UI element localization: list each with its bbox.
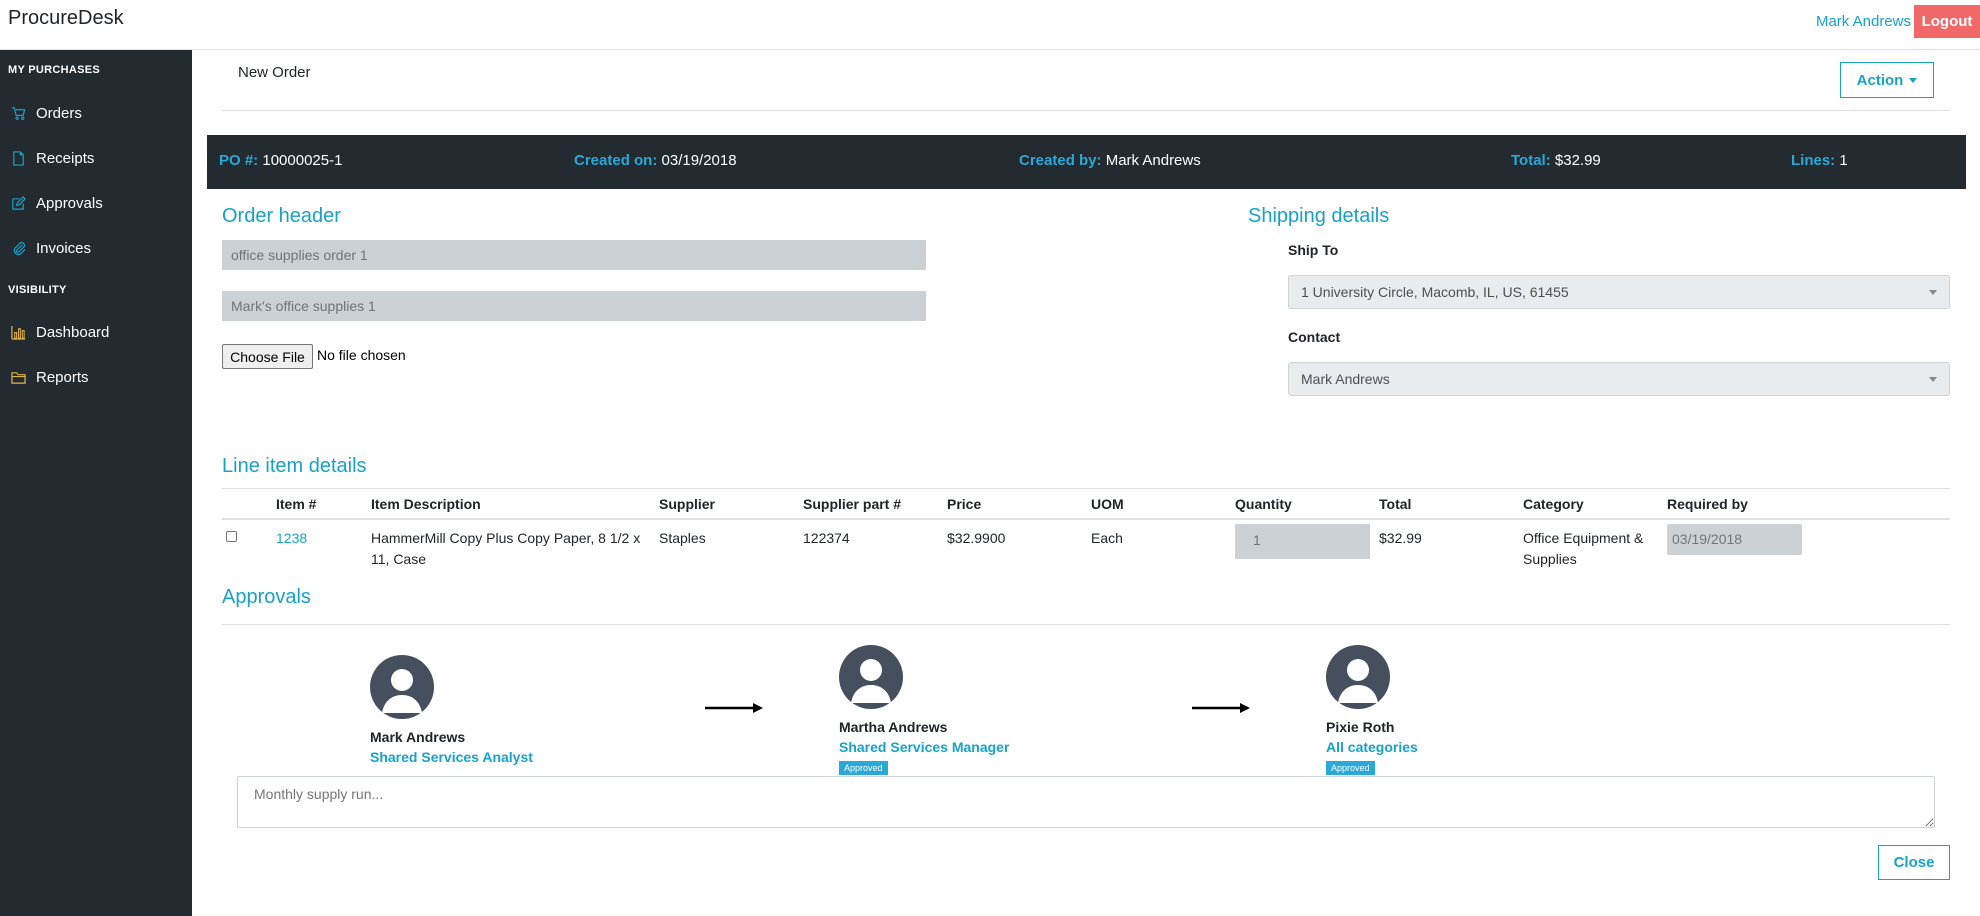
row-select-checkbox[interactable] bbox=[226, 531, 237, 542]
approver-role[interactable]: Shared Services Analyst bbox=[370, 749, 533, 765]
sidebar: MY PURCHASES Orders Receipts Approvals I… bbox=[0, 50, 192, 916]
arrow-right-icon bbox=[705, 703, 763, 713]
line-total: $32.99 bbox=[1379, 530, 1422, 546]
approver-card: Martha Andrews Shared Services Manager A… bbox=[839, 645, 1009, 775]
divider bbox=[222, 624, 1950, 625]
chevron-down-icon bbox=[1929, 377, 1937, 382]
arrow-right-icon bbox=[1192, 703, 1250, 713]
uom: Each bbox=[1091, 530, 1123, 546]
supplier: Staples bbox=[659, 530, 706, 546]
column-header: Item # bbox=[276, 496, 317, 512]
chevron-down-icon bbox=[1929, 290, 1937, 295]
user-menu-link[interactable]: Mark Andrews bbox=[1816, 13, 1911, 30]
logout-button[interactable]: Logout bbox=[1914, 5, 1980, 38]
approver-role[interactable]: All categories bbox=[1326, 739, 1418, 755]
page-title: New Order bbox=[238, 64, 311, 81]
bar-chart-icon bbox=[10, 324, 26, 340]
sidebar-item-orders[interactable]: Orders bbox=[0, 95, 192, 131]
edit-icon bbox=[10, 195, 26, 211]
supplier-part-number: 122374 bbox=[803, 530, 850, 546]
price: $32.9900 bbox=[947, 530, 1006, 546]
sidebar-item-label: Reports bbox=[36, 368, 89, 386]
sidebar-item-approvals[interactable]: Approvals bbox=[0, 185, 192, 221]
line-count: Lines: 1 bbox=[1791, 152, 1848, 169]
order-total: Total: $32.99 bbox=[1511, 152, 1601, 169]
column-header: Quantity bbox=[1235, 496, 1292, 512]
po-number: PO #: 10000025-1 bbox=[219, 152, 343, 169]
column-header: Price bbox=[947, 496, 982, 512]
table-top-border bbox=[222, 488, 1950, 489]
approver-card: Mark Andrews Shared Services Analyst bbox=[370, 655, 533, 765]
top-bar: ProcureDesk Mark Andrews Logout bbox=[0, 0, 1980, 50]
contact-select[interactable]: Mark Andrews bbox=[1288, 362, 1950, 396]
approver-role[interactable]: Shared Services Manager bbox=[839, 739, 1009, 755]
approvals-title: Approvals bbox=[222, 586, 311, 608]
column-header: UOM bbox=[1091, 496, 1124, 512]
column-header: Supplier part # bbox=[803, 496, 902, 512]
required-by-date-input[interactable]: 03/19/2018 bbox=[1667, 524, 1802, 555]
column-header: Item Description bbox=[371, 496, 481, 512]
approver-name: Mark Andrews bbox=[370, 729, 466, 745]
sidebar-item-label: Invoices bbox=[36, 239, 92, 257]
user-avatar-icon bbox=[1326, 645, 1390, 709]
sidebar-item-label: Receipts bbox=[36, 149, 95, 167]
ship-to-value: 1 University Circle, Macomb, IL, US, 614… bbox=[1301, 284, 1569, 300]
user-avatar-icon bbox=[370, 655, 434, 719]
brand-logo[interactable]: ProcureDesk bbox=[8, 7, 124, 30]
table-header-border bbox=[222, 518, 1950, 520]
column-header: Total bbox=[1379, 496, 1412, 512]
status-badge: Approved bbox=[839, 761, 888, 775]
sidebar-item-label: Approvals bbox=[36, 194, 103, 212]
sidebar-item-receipts[interactable]: Receipts bbox=[0, 140, 192, 176]
approval-comment-input[interactable] bbox=[237, 776, 1935, 828]
action-dropdown-button[interactable]: Action bbox=[1840, 62, 1934, 98]
column-header: Category bbox=[1523, 496, 1584, 512]
divider bbox=[222, 110, 1950, 111]
sidebar-item-label: Dashboard bbox=[36, 323, 110, 341]
ship-to-select[interactable]: 1 University Circle, Macomb, IL, US, 614… bbox=[1288, 275, 1950, 309]
item-number-link[interactable]: 1238 bbox=[276, 528, 307, 549]
user-avatar-icon bbox=[839, 645, 903, 709]
sidebar-section-my-purchases: MY PURCHASES bbox=[8, 64, 101, 76]
sidebar-item-reports[interactable]: Reports bbox=[0, 359, 192, 395]
folder-icon bbox=[10, 369, 26, 385]
created-by: Created by: Mark Andrews bbox=[1019, 152, 1201, 169]
order-description-input[interactable] bbox=[222, 291, 926, 321]
created-on: Created on: 03/19/2018 bbox=[574, 152, 737, 169]
contact-value: Mark Andrews bbox=[1301, 371, 1390, 387]
paperclip-icon bbox=[10, 240, 26, 256]
category: Office Equipment & Supplies bbox=[1523, 530, 1644, 567]
column-header: Required by bbox=[1667, 496, 1748, 512]
cart-icon bbox=[10, 105, 26, 121]
line-item-details-title: Line item details bbox=[222, 455, 367, 477]
approver-card: Pixie Roth All categories Approved bbox=[1326, 645, 1418, 775]
shipping-details-title: Shipping details bbox=[1248, 205, 1390, 227]
file-status: No file chosen bbox=[317, 347, 406, 363]
order-summary-bar: PO #: 10000025-1 Created on: 03/19/2018 … bbox=[207, 135, 1966, 189]
action-label: Action bbox=[1856, 71, 1904, 89]
sidebar-section-visibility: VISIBILITY bbox=[8, 284, 67, 296]
status-badge: Approved bbox=[1326, 761, 1375, 775]
sidebar-item-invoices[interactable]: Invoices bbox=[0, 230, 192, 266]
close-button[interactable]: Close bbox=[1878, 845, 1950, 880]
approver-name: Pixie Roth bbox=[1326, 719, 1395, 735]
approver-name: Martha Andrews bbox=[839, 719, 948, 735]
order-name-input[interactable] bbox=[222, 240, 926, 270]
order-header-title: Order header bbox=[222, 205, 341, 227]
choose-file-button[interactable]: Choose File bbox=[222, 344, 313, 369]
contact-label: Contact bbox=[1288, 329, 1341, 345]
item-description: HammerMill Copy Plus Copy Paper, 8 1/2 x… bbox=[371, 530, 641, 567]
caret-down-icon bbox=[1909, 77, 1918, 83]
quantity-input[interactable]: 1 bbox=[1235, 524, 1370, 559]
column-header: Supplier bbox=[659, 496, 716, 512]
document-icon bbox=[10, 150, 26, 166]
sidebar-item-dashboard[interactable]: Dashboard bbox=[0, 314, 192, 350]
sidebar-item-label: Orders bbox=[36, 104, 82, 122]
ship-to-label: Ship To bbox=[1288, 242, 1339, 258]
